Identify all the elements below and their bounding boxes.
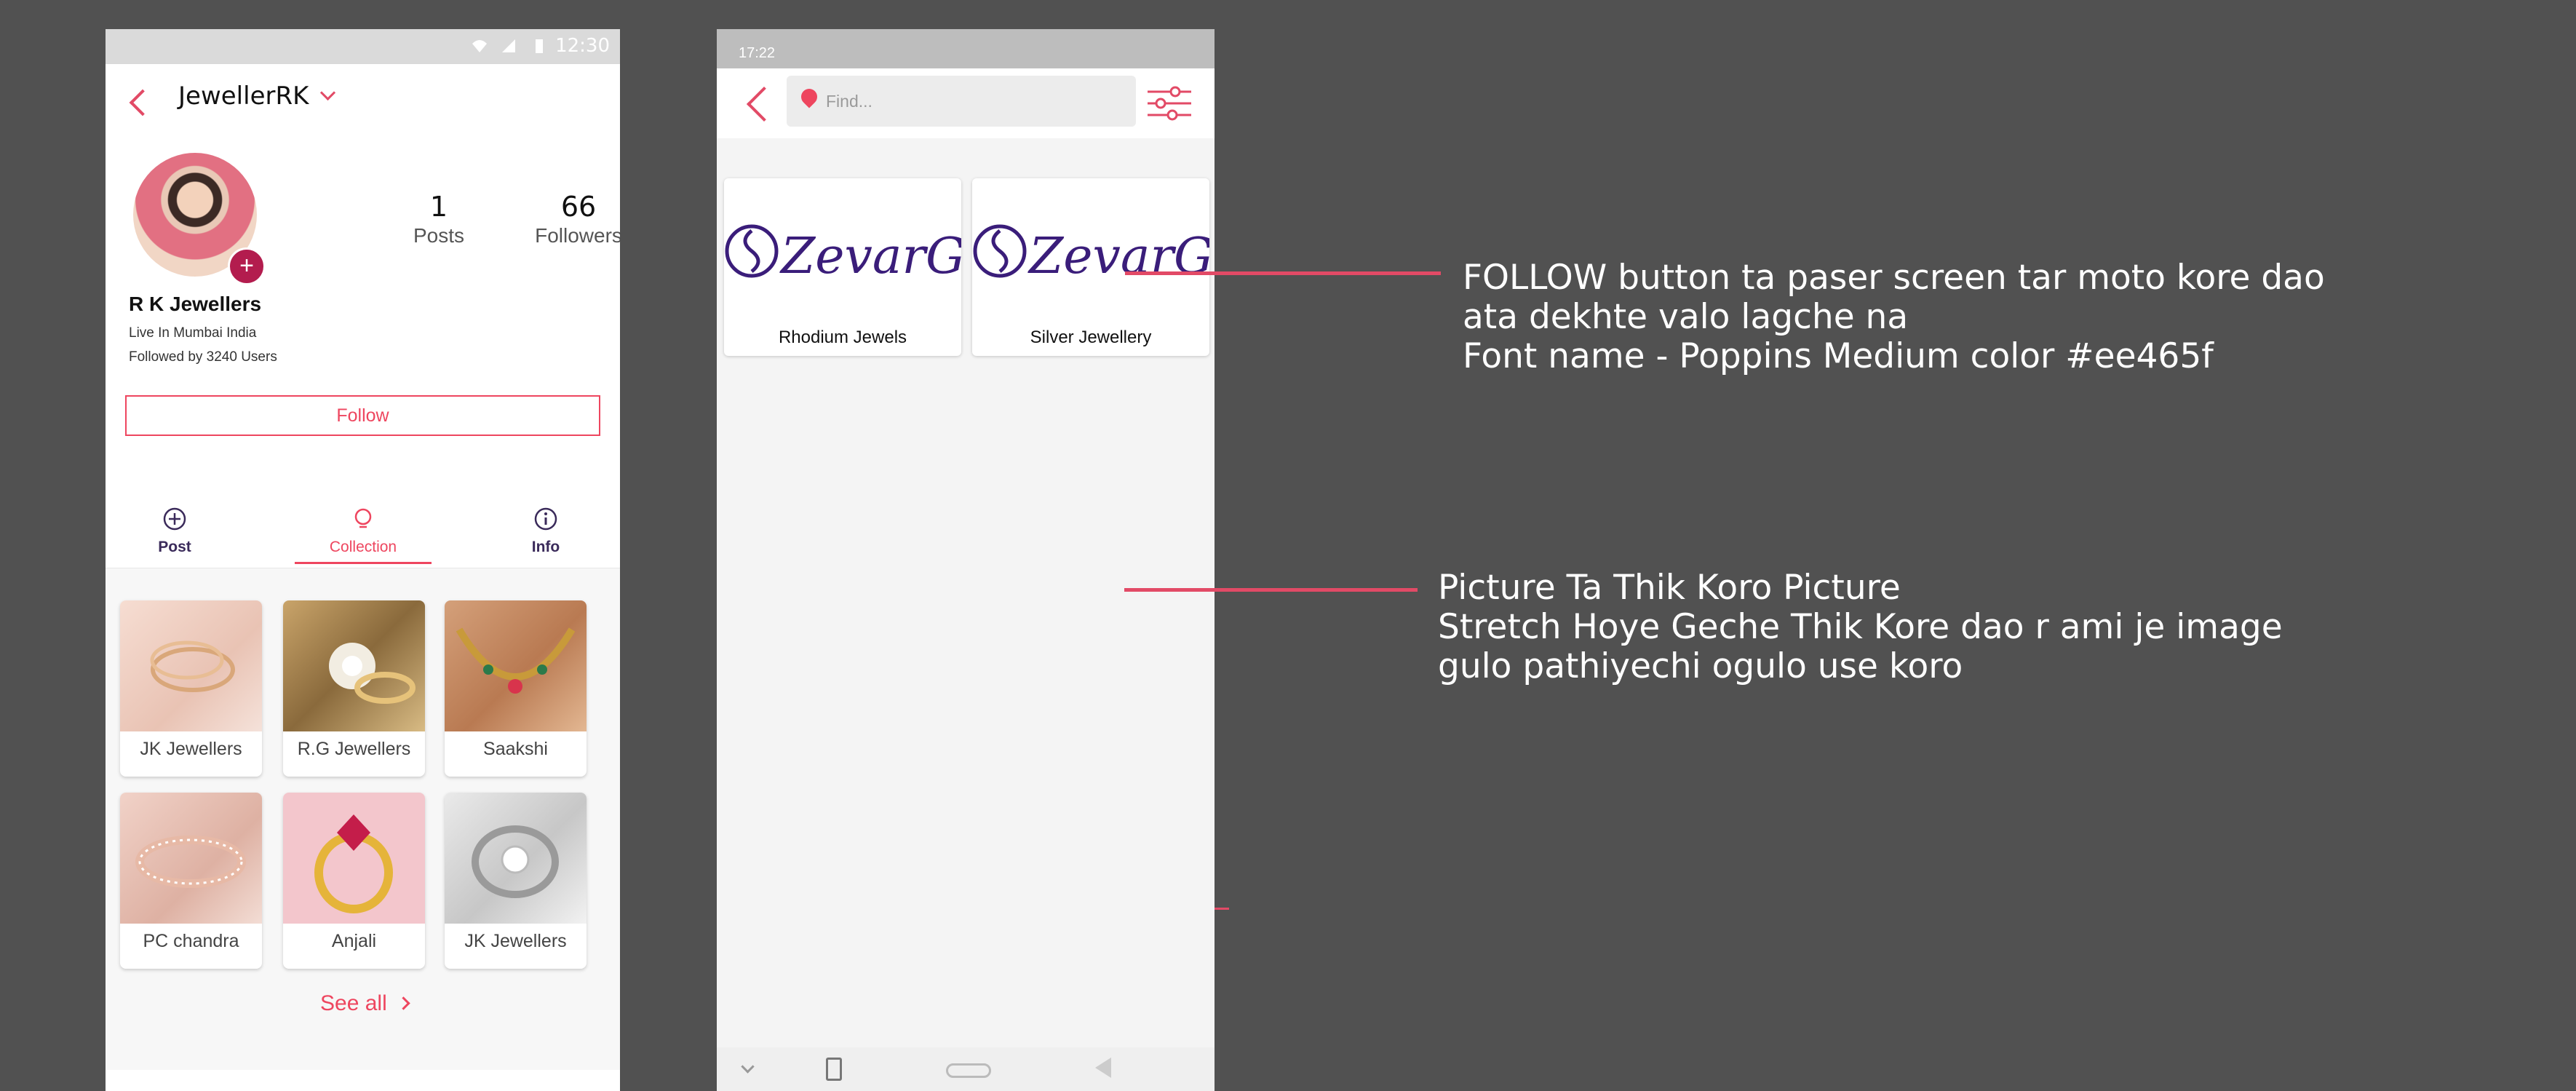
add-photo-icon[interactable]: + (228, 247, 266, 285)
filter-sliders-icon[interactable] (1146, 86, 1193, 121)
tab-collection-label: Collection (329, 539, 397, 555)
ring-image (120, 600, 262, 731)
chevron-right-icon (397, 996, 410, 1010)
collection-card[interactable]: R.G Jewellers (283, 600, 425, 777)
status-bar: 17:22 (717, 29, 1215, 68)
followers-count: 66 (560, 191, 597, 223)
battery-icon (536, 39, 543, 53)
tab-post[interactable]: Post (120, 480, 229, 568)
back-triangle-icon[interactable] (1095, 1058, 1111, 1078)
rotate-icon[interactable] (826, 1058, 842, 1081)
tab-post-label: Post (158, 539, 191, 555)
ring-image (283, 600, 425, 731)
annotation-line: FOLLOW button ta paser screen tar moto k… (1463, 258, 2325, 298)
collection-card[interactable]: JK Jewellers (445, 793, 587, 969)
collection-card-label: JK Jewellers (464, 931, 567, 951)
category-card[interactable]: ZevarGram Rhodium Jewels (724, 178, 961, 356)
info-circle-icon (534, 507, 557, 531)
annotation-note-follow: FOLLOW button ta paser screen tar moto k… (1463, 258, 2325, 376)
chevron-down-icon[interactable] (741, 1060, 755, 1074)
annotation-line: Stretch Hoye Geche Thik Kore dao r ami j… (1438, 607, 2283, 647)
annotation-line: Font name - Poppins Medium color #ee465f (1463, 336, 2214, 376)
collection-card[interactable]: Anjali (283, 793, 425, 969)
collection-card-label: Anjali (331, 931, 377, 951)
annotation-line: gulo pathiyechi ogulo use koro (1438, 646, 1963, 686)
posts-label: Posts (413, 224, 465, 247)
collection-card[interactable]: Saakshi (445, 600, 587, 777)
collection-card-label: PC chandra (143, 931, 239, 951)
logo-text: ZevarGram (779, 228, 961, 285)
posts-count: 1 (429, 191, 448, 223)
collection-card-label: R.G Jewellers (297, 739, 411, 759)
necklace-image (445, 600, 587, 731)
tab-info[interactable]: Info (491, 480, 600, 568)
profile-header (106, 64, 620, 508)
collection-card[interactable]: JK Jewellers (120, 600, 262, 777)
ring-image (283, 793, 425, 924)
collection-card-label: JK Jewellers (140, 739, 242, 759)
annotation-pointer-line (1124, 588, 1418, 592)
search-placeholder: Find... (826, 92, 872, 111)
status-bar: 12:30 (106, 29, 620, 64)
lightbulb-icon (354, 508, 372, 528)
active-tab-indicator (295, 562, 432, 564)
business-followed-by: Followed by 3240 Users (129, 349, 277, 365)
business-location: Live In Mumbai India (129, 325, 257, 341)
signal-icon (502, 39, 515, 52)
zevargram-logo: ZevarGram (972, 178, 1209, 317)
status-time: 12:30 (555, 35, 610, 57)
logo-text: ZevarGram (1027, 228, 1209, 285)
annotation-pointer-line (1125, 271, 1441, 275)
ring-image (445, 793, 587, 924)
system-nav-bar (717, 1047, 1215, 1091)
profile-screen: 12:30 JewellerRK + 1 Posts 66 Followers … (106, 29, 620, 1091)
category-card-label: Silver Jewellery (1030, 328, 1152, 347)
annotation-tick (1215, 908, 1229, 910)
annotation-note-picture: Picture Ta Thik Koro Picture Stretch Hoy… (1438, 568, 2283, 686)
ring-image (120, 793, 262, 924)
wifi-icon (472, 40, 487, 52)
tab-info-label: Info (531, 539, 560, 555)
profile-username[interactable]: JewellerRK (178, 82, 309, 111)
annotation-line: ata dekhte valo lagche na (1463, 297, 1909, 337)
tab-collection[interactable]: Collection (309, 480, 418, 568)
category-card-label: Rhodium Jewels (778, 328, 907, 347)
home-pill-icon[interactable] (946, 1063, 991, 1078)
annotation-line: Picture Ta Thik Koro Picture (1438, 568, 1901, 608)
follow-button[interactable]: Follow (125, 395, 600, 436)
followers-label: Followers (535, 224, 620, 247)
bottom-nav-bar (106, 1070, 620, 1091)
search-screen: 17:22 Find... ZevarGram Rhodium Jewels Z… (717, 29, 1215, 1091)
collection-card-label: Saakshi (483, 739, 548, 759)
plus-circle-icon (163, 507, 186, 531)
zevargram-logo: ZevarGram (724, 178, 961, 317)
profile-tabs: Post Collection Info (106, 480, 620, 568)
collection-card[interactable]: PC chandra (120, 793, 262, 969)
category-card[interactable]: ZevarGram Silver Jewellery (972, 178, 1209, 356)
status-time: 17:22 (739, 45, 776, 61)
see-all-label: See all (320, 991, 387, 1015)
see-all-link[interactable]: See all (320, 991, 410, 1016)
business-name: R K Jewellers (129, 293, 262, 315)
